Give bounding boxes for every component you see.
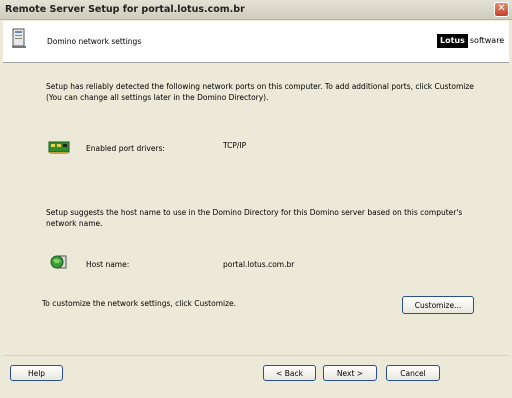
server-icon xyxy=(12,28,26,48)
title-bar: Remote Server Setup for portal.lotus.com… xyxy=(0,0,512,20)
next-button[interactable]: Next > xyxy=(323,365,377,381)
network-card-icon xyxy=(48,141,70,154)
intro-text-line2: (You can change all settings later in th… xyxy=(46,93,269,102)
hostname-intro-line1: Setup suggests the host name to use in t… xyxy=(46,208,463,217)
customize-hint: To customize the network settings, click… xyxy=(42,299,237,308)
close-button[interactable]: ✕ xyxy=(494,2,509,17)
page-title: Domino network settings xyxy=(47,37,142,46)
globe-computer-icon xyxy=(50,255,67,269)
port-drivers-label: Enabled port drivers: xyxy=(86,144,165,153)
wizard-header: Domino network settings Lotus software xyxy=(3,21,509,63)
close-icon: ✕ xyxy=(497,3,506,14)
host-name-label: Host name: xyxy=(86,260,130,269)
window-title: Remote Server Setup for portal.lotus.com… xyxy=(5,4,245,15)
intro-text-line1: Setup has reliably detected the followin… xyxy=(46,82,474,91)
lotus-software-logo: Lotus software xyxy=(437,34,506,48)
cancel-button[interactable]: Cancel xyxy=(386,365,440,381)
back-button[interactable]: < Back xyxy=(263,365,316,381)
host-name-value: portal.lotus.com.br xyxy=(223,260,295,269)
divider xyxy=(3,355,509,356)
help-button[interactable]: Help xyxy=(10,365,63,381)
port-drivers-value: TCP/IP xyxy=(223,141,247,150)
customize-button[interactable]: Customize... xyxy=(402,296,474,314)
hostname-intro-line2: network name. xyxy=(46,219,103,228)
